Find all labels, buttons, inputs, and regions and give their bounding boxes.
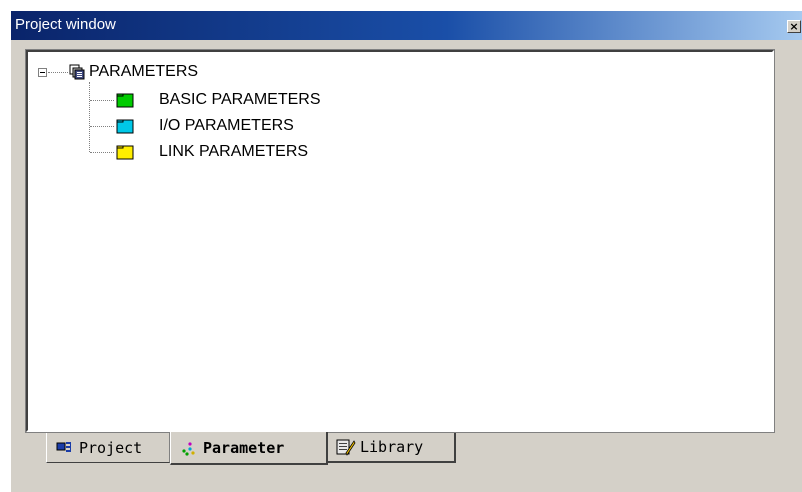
tree-connector [90,152,114,153]
title-bar[interactable]: Project window × [11,11,802,40]
window-title: Project window [15,16,116,33]
tree-item-io-parameters[interactable]: I/O PARAMETERS [159,117,294,135]
tab-library-label: Library [360,438,424,456]
parameter-icon [182,441,195,456]
tab-library[interactable]: Library [328,433,456,463]
close-button[interactable]: × [787,20,801,33]
parameters-stack-icon [69,64,85,80]
tab-parameter[interactable]: Parameter [170,432,328,465]
library-icon [336,439,356,456]
tree-item-basic-parameters[interactable]: BASIC PARAMETERS [159,91,321,109]
collapse-expander-icon[interactable] [38,68,47,77]
tree-connector [48,72,68,73]
tree-connector [90,126,114,127]
tree-panel [26,50,774,432]
folder-icon [116,119,134,134]
tab-parameter-label: Parameter [203,438,285,457]
tree-item-link-parameters[interactable]: LINK PARAMETERS [159,143,308,161]
folder-icon [116,145,134,160]
tree-root-label[interactable]: PARAMETERS [89,63,198,81]
project-icon [56,441,71,452]
tree-connector [89,82,90,152]
tree-connector [90,100,114,101]
tab-project-label: Project [79,438,143,457]
tab-project[interactable]: Project [46,433,170,463]
folder-icon [116,93,134,108]
